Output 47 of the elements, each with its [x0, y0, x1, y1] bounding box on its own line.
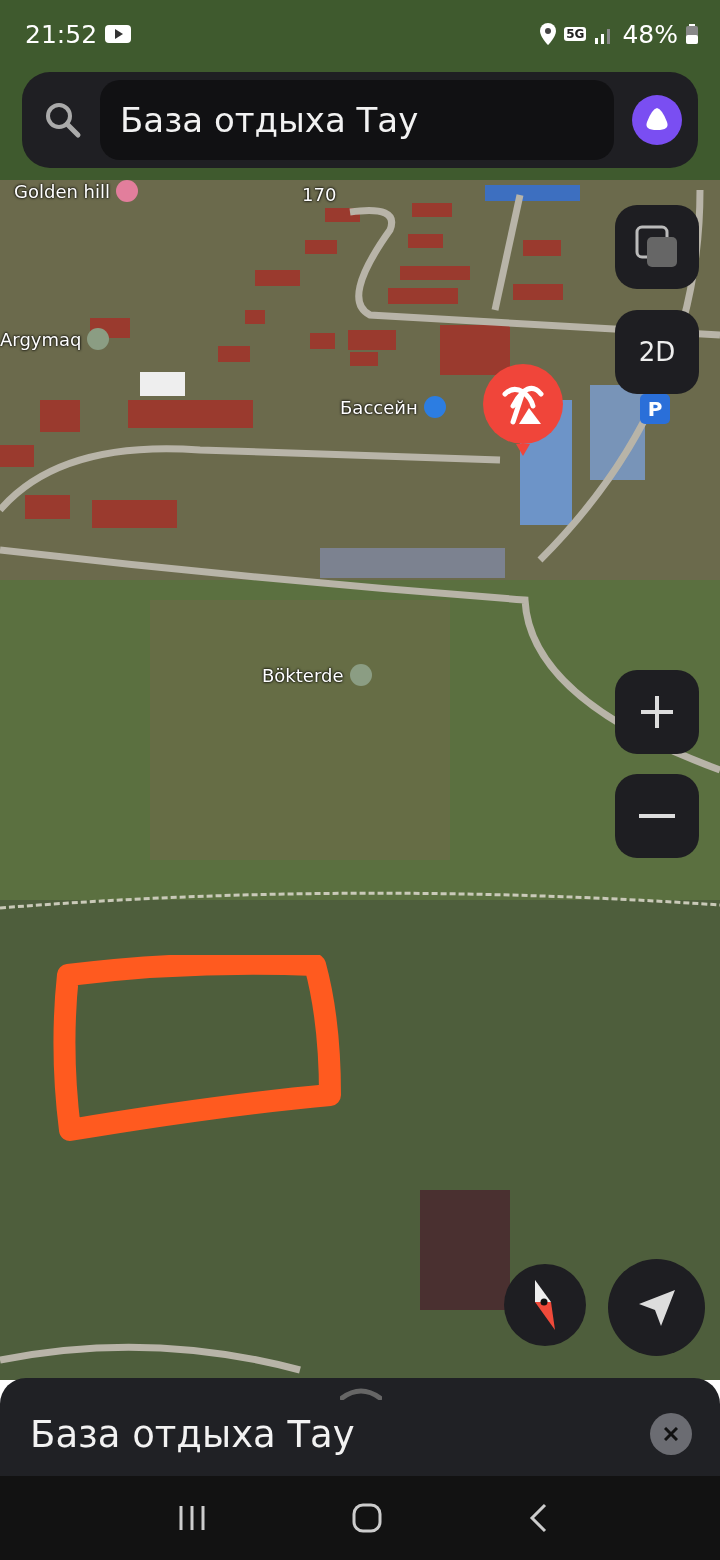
view-mode-button[interactable]: 2D [615, 310, 699, 394]
building-roof [513, 284, 563, 300]
sheet-handle-icon[interactable] [340, 1386, 382, 1400]
map-label[interactable]: Golden hill [14, 180, 110, 202]
place-title: База отдыха Тау [30, 1412, 355, 1456]
building-roof [140, 372, 185, 396]
map-label[interactable]: Бассейн [340, 396, 418, 418]
video-app-icon [105, 25, 132, 43]
back-icon[interactable] [528, 1503, 547, 1533]
building-roof [388, 288, 458, 304]
building-roof [310, 333, 335, 349]
zoom-in-button[interactable] [615, 670, 699, 754]
building-roof [400, 266, 470, 280]
building-roof [350, 352, 378, 366]
location-icon [540, 23, 557, 45]
plus-icon [639, 694, 675, 730]
clock-time: 21:52 [25, 19, 98, 49]
close-icon [664, 1427, 678, 1441]
recent-apps-icon[interactable] [178, 1505, 207, 1531]
building-roof [255, 270, 300, 286]
building-roof [218, 346, 250, 362]
voice-assistant-icon[interactable] [632, 95, 682, 145]
search-field[interactable]: База отдыха Тау [100, 80, 614, 160]
map-label[interactable]: 170 [302, 184, 337, 205]
building-roof [305, 240, 337, 254]
building-roof [40, 400, 80, 432]
close-button[interactable] [650, 1413, 692, 1455]
network-type: 5G [564, 27, 587, 41]
layers-button[interactable] [615, 205, 699, 289]
building-roof [245, 310, 265, 324]
building-roof [440, 325, 510, 375]
building-roof [0, 445, 34, 467]
building-roof [348, 330, 396, 350]
parking-sign[interactable]: P [640, 394, 670, 424]
home-icon[interactable] [352, 1503, 383, 1533]
layers-icon [635, 225, 679, 269]
battery-icon [686, 24, 698, 44]
map-label[interactable]: Bökterde [262, 664, 344, 686]
building-roof [412, 203, 452, 217]
battery-percent: 48% [622, 19, 678, 49]
building-roof [523, 240, 561, 256]
map-label[interactable]: Argymaq [0, 328, 82, 350]
zoom-out-button[interactable] [615, 774, 699, 858]
minus-icon [639, 813, 675, 819]
building-roof [408, 234, 443, 248]
building-roof [25, 495, 70, 519]
search-icon[interactable] [44, 101, 82, 139]
